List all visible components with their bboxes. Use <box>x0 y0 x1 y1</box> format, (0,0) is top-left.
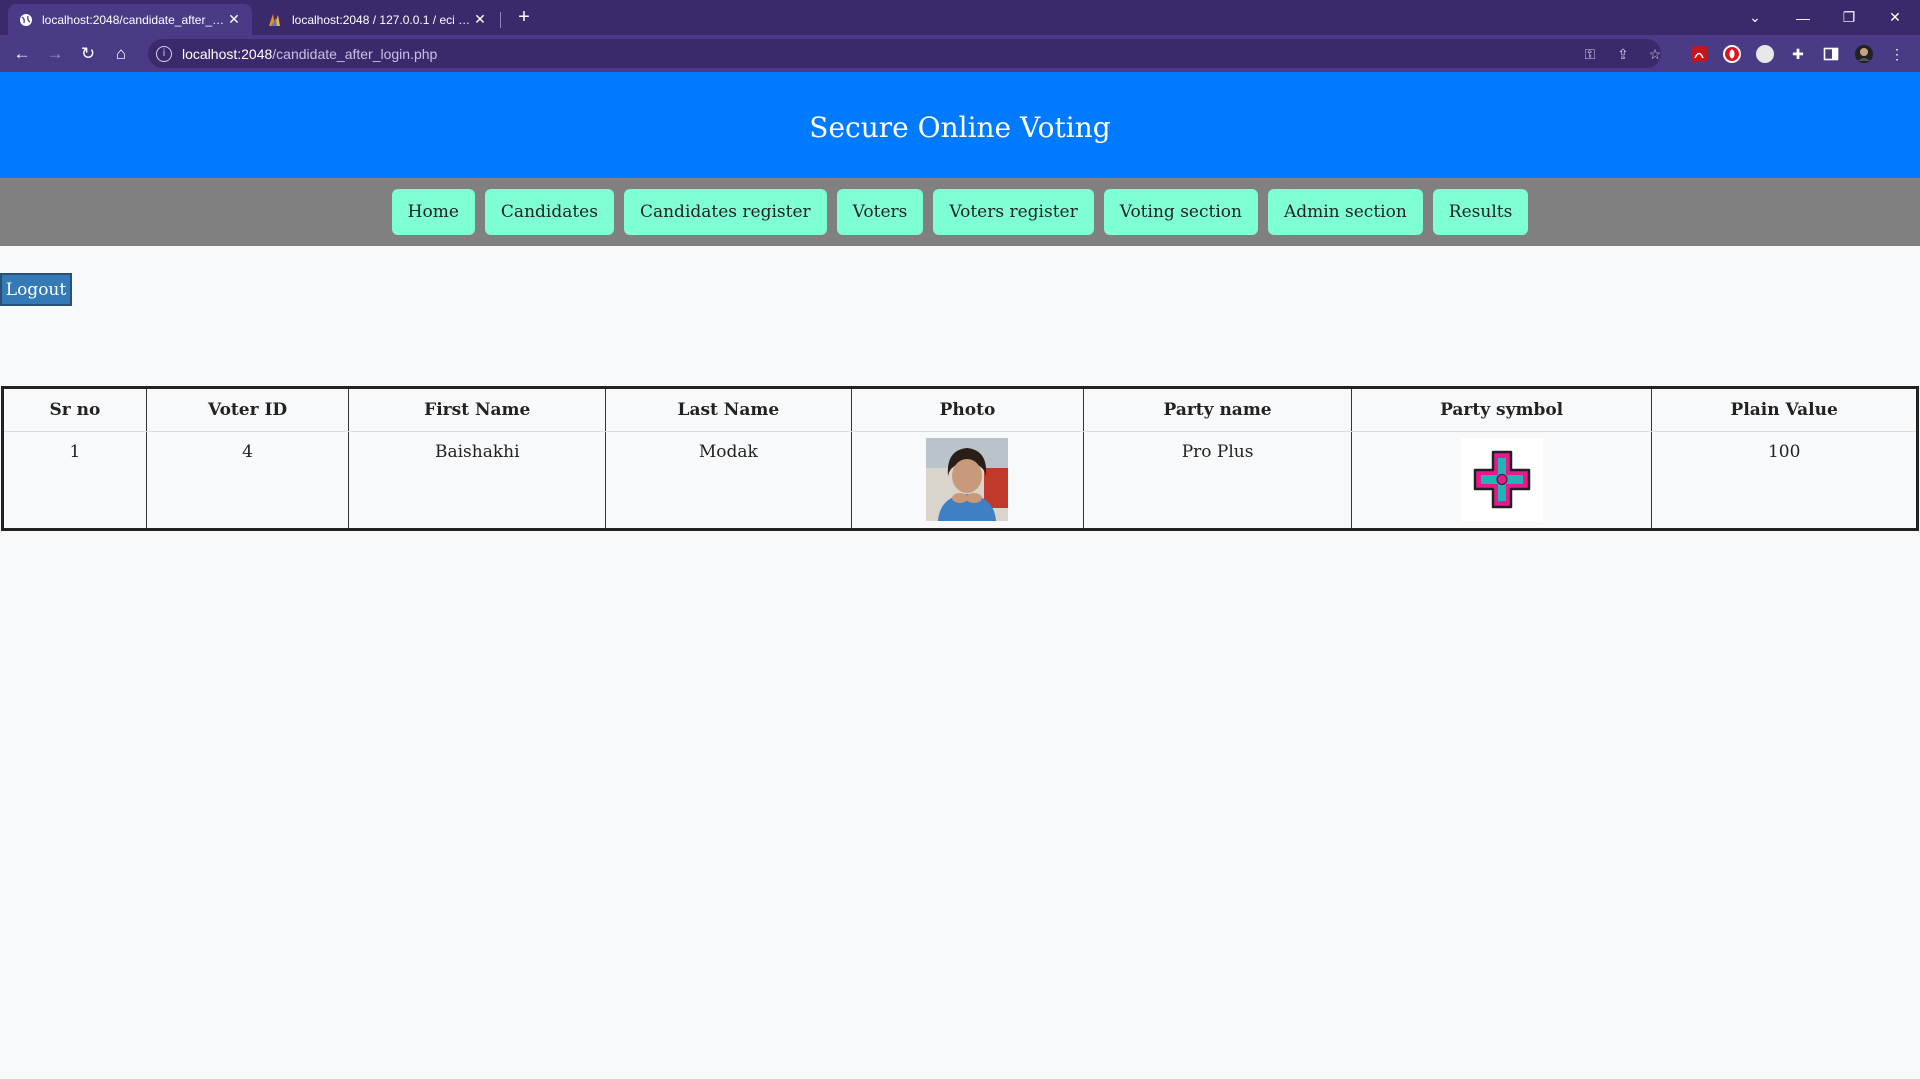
nav-results[interactable]: Results <box>1432 189 1529 235</box>
puzzle-icon[interactable]: ✚ <box>1787 43 1809 65</box>
cell-last-name: Modak <box>605 431 852 530</box>
nav-voting-section[interactable]: Voting section <box>1103 189 1258 235</box>
opera-extension-icon[interactable] <box>1721 43 1743 65</box>
minimize-button[interactable]: — <box>1780 0 1826 35</box>
column-header-photo: Photo <box>851 387 1085 432</box>
nav-admin-section[interactable]: Admin section <box>1267 189 1423 235</box>
cell-photo <box>851 431 1085 530</box>
column-header-party-name: Party name <box>1083 387 1352 432</box>
tab-search-icon[interactable]: ⌄ <box>1732 0 1778 35</box>
plus-symbol-icon <box>1460 438 1543 521</box>
side-panel-icon[interactable] <box>1820 43 1842 65</box>
nav-voters-register[interactable]: Voters register <box>933 189 1094 235</box>
cell-plain-value: 100 <box>1767 442 1801 462</box>
nav-voters[interactable]: Voters <box>836 189 924 235</box>
nav-home[interactable]: Home <box>391 189 475 235</box>
cell-sr-no: 1 <box>2 431 147 530</box>
profile-avatar[interactable] <box>1853 43 1875 65</box>
info-icon[interactable]: i <box>156 45 172 62</box>
restore-button[interactable]: ❐ <box>1826 0 1872 35</box>
share-icon[interactable]: ⇪ <box>1613 44 1633 64</box>
candidate-table: Sr no Voter ID First Name Last Name Phot… <box>1 386 1919 531</box>
nav-candidates[interactable]: Candidates <box>484 189 614 235</box>
tab-title: localhost:2048/candidate_after_login.php <box>42 12 226 27</box>
close-tab-icon[interactable]: ✕ <box>226 11 242 28</box>
table-header-row: Sr no Voter ID First Name Last Name Phot… <box>2 387 1918 432</box>
site-header: Secure Online Voting <box>0 72 1920 178</box>
url-text: localhost:2048/candidate_after_login.php <box>182 46 437 62</box>
column-header-plain-value: Plain Value <box>1651 387 1918 432</box>
key-icon[interactable]: ⚿ <box>1580 44 1600 64</box>
table-row: 1 4 Baishakhi Modak Pro Plus 100 <box>2 431 1918 530</box>
column-header-first-name: First Name <box>348 387 607 432</box>
browser-tab[interactable]: localhost:2048 / 127.0.0.1 / eci / admin… <box>258 4 498 35</box>
browser-tab-bar: localhost:2048/candidate_after_login.php… <box>0 0 1920 35</box>
menu-icon[interactable]: ⋮ <box>1886 43 1908 65</box>
url-path: /candidate_after_login.php <box>272 45 438 62</box>
site-title: Secure Online Voting <box>809 110 1111 144</box>
nav-candidates-register[interactable]: Candidates register <box>623 189 827 235</box>
tab-separator <box>500 12 501 28</box>
column-header-party-symbol: Party symbol <box>1351 387 1653 432</box>
new-tab-button[interactable]: + <box>512 6 536 30</box>
reload-icon[interactable]: ↻ <box>74 40 102 68</box>
back-icon[interactable]: ← <box>8 40 36 68</box>
home-icon[interactable]: ⌂ <box>107 40 135 68</box>
main-nav: Home Candidates Candidates register Vote… <box>0 178 1920 246</box>
close-tab-icon[interactable]: ✕ <box>472 11 488 28</box>
cell-party-symbol <box>1351 431 1653 530</box>
column-header-voter-id: Voter ID <box>146 387 350 432</box>
tab-title: localhost:2048 / 127.0.0.1 / eci / admin <box>292 12 472 27</box>
cell-voter-id: 4 <box>146 431 350 530</box>
browser-toolbar: ← → ↻ ⌂ i localhost:2048/candidate_after… <box>0 35 1920 72</box>
phpmyadmin-icon <box>268 12 284 28</box>
candidate-photo <box>926 438 1009 521</box>
page-content: Secure Online Voting Home Candidates Can… <box>0 72 1920 1079</box>
url-host: localhost:2048 <box>182 45 273 62</box>
column-header-last-name: Last Name <box>605 387 852 432</box>
column-header-sr-no: Sr no <box>2 387 147 432</box>
address-bar[interactable]: i localhost:2048/candidate_after_login.p… <box>148 39 1661 68</box>
cell-party-name: Pro Plus <box>1083 431 1352 530</box>
extension-circle-icon[interactable] <box>1754 43 1776 65</box>
star-icon[interactable]: ☆ <box>1645 44 1665 64</box>
pdf-extension-icon[interactable] <box>1688 43 1710 65</box>
browser-tab-active[interactable]: localhost:2048/candidate_after_login.php… <box>8 4 252 35</box>
close-window-button[interactable]: ✕ <box>1872 0 1918 35</box>
forward-icon[interactable]: → <box>41 40 69 68</box>
globe-icon <box>18 12 34 28</box>
logout-button[interactable]: Logout <box>0 273 72 306</box>
cell-first-name: Baishakhi <box>348 431 607 530</box>
